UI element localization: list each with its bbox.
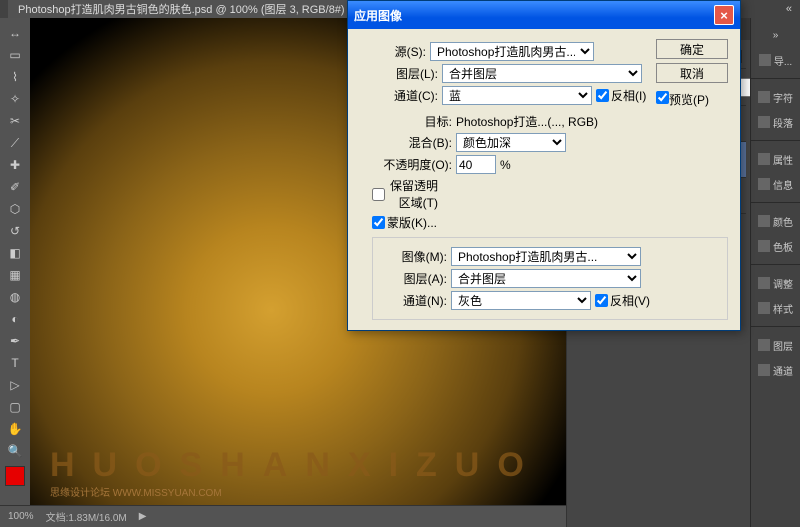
layer-select[interactable]: 合并图层	[442, 64, 642, 83]
dock-properties[interactable]: 属性	[753, 147, 798, 171]
close-icon[interactable]: ×	[714, 5, 734, 25]
lasso-tool[interactable]: ⌇	[4, 67, 26, 87]
cancel-button[interactable]: 取消	[656, 63, 728, 83]
eyedropper-tool[interactable]: ⟋	[4, 133, 26, 153]
dock-styles[interactable]: 样式	[753, 296, 798, 320]
channel-select[interactable]: 蓝	[442, 86, 592, 105]
channel-label: 通道(C):	[372, 87, 438, 104]
collapse-icon[interactable]: »	[753, 23, 798, 47]
move-tool[interactable]: ↔	[4, 23, 26, 43]
mask-layer-label: 图层(A):	[381, 270, 447, 287]
blur-tool[interactable]: ◍	[4, 287, 26, 307]
preview-checkbox[interactable]: 预览(P)	[656, 91, 728, 108]
hand-tool[interactable]: ✋	[4, 419, 26, 439]
mask-invert-checkbox[interactable]: 反相(V)	[595, 292, 661, 309]
marquee-tool[interactable]: ▭	[4, 45, 26, 65]
gradient-tool[interactable]: ▦	[4, 265, 26, 285]
dock-adjustments[interactable]: 调整	[753, 271, 798, 295]
zoom-value[interactable]: 100%	[8, 511, 34, 522]
mask-channel-label: 通道(N):	[381, 292, 447, 309]
opacity-unit: %	[500, 158, 511, 172]
document-tab[interactable]: Photoshop打造肌肉男古铜色的肤色.psd @ 100% (图层 3, R…	[8, 0, 367, 18]
zoom-tool[interactable]: 🔍	[4, 441, 26, 461]
toolbox: ↔ ▭ ⌇ ✧ ✂ ⟋ ✚ ✐ ⬡ ↺ ◧ ▦ ◍ ◐ ✒ T ▷ ▢ ✋ 🔍	[0, 18, 30, 505]
mask-channel-select[interactable]: 灰色	[451, 291, 591, 310]
foreground-color-swatch[interactable]	[5, 466, 25, 486]
dodge-tool[interactable]: ◐	[4, 309, 26, 329]
chevron-right-icon[interactable]: ▶	[139, 511, 147, 522]
watermark-text: HUOSHANXIZUO	[50, 446, 542, 485]
expand-icon[interactable]: «	[786, 3, 792, 15]
dialog-titlebar[interactable]: 应用图像 ×	[348, 1, 740, 29]
tab-label: Photoshop打造肌肉男古铜色的肤色.psd @ 100% (图层 3, R…	[18, 1, 345, 17]
invert-checkbox[interactable]: 反相(I)	[596, 87, 662, 104]
dock-swatches[interactable]: 色板	[753, 234, 798, 258]
doc-size: 文档:1.83M/16.0M	[46, 509, 127, 524]
dock-navigator[interactable]: 导...	[753, 48, 798, 72]
dialog-title: 应用图像	[354, 7, 402, 24]
mask-image-select[interactable]: Photoshop打造肌肉男古...	[451, 247, 641, 266]
dock-color[interactable]: 颜色	[753, 209, 798, 233]
crop-tool[interactable]: ✂	[4, 111, 26, 131]
source-label: 源(S):	[360, 43, 426, 60]
dock-info[interactable]: 信息	[753, 172, 798, 196]
shape-tool[interactable]: ▢	[4, 397, 26, 417]
dock-channels[interactable]: 通道	[753, 358, 798, 382]
panel-dock: » 导... 字符 段落 属性 信息 颜色 色板 调整 样式 图层 通道	[750, 18, 800, 527]
preserve-transparency-checkbox[interactable]: 保留透明区域(T)	[372, 177, 438, 211]
opacity-label: 不透明度(O):	[360, 156, 452, 173]
blend-label: 混合(B):	[360, 134, 452, 151]
apply-image-dialog: 应用图像 × 确定 取消 预览(P) 源(S): Photoshop打造肌肉男古…	[347, 0, 741, 331]
pen-tool[interactable]: ✒	[4, 331, 26, 351]
path-tool[interactable]: ▷	[4, 375, 26, 395]
dock-layers[interactable]: 图层	[753, 333, 798, 357]
blend-select[interactable]: 颜色加深	[456, 133, 566, 152]
ok-button[interactable]: 确定	[656, 39, 728, 59]
wand-tool[interactable]: ✧	[4, 89, 26, 109]
watermark-url: 思缘设计论坛 WWW.MISSYUAN.COM	[50, 484, 222, 499]
target-value: Photoshop打造...(..., RGB)	[456, 113, 598, 130]
target-label: 目标:	[360, 113, 452, 130]
status-bar: 100% 文档:1.83M/16.0M ▶	[0, 505, 566, 527]
layer-label: 图层(L):	[372, 65, 438, 82]
opacity-input[interactable]	[456, 155, 496, 174]
dock-paragraph[interactable]: 段落	[753, 110, 798, 134]
mask-checkbox[interactable]: 蒙版(K)...	[372, 214, 438, 231]
mask-image-label: 图像(M):	[381, 248, 447, 265]
type-tool[interactable]: T	[4, 353, 26, 373]
eraser-tool[interactable]: ◧	[4, 243, 26, 263]
stamp-tool[interactable]: ⬡	[4, 199, 26, 219]
mask-layer-select[interactable]: 合并图层	[451, 269, 641, 288]
dock-character[interactable]: 字符	[753, 85, 798, 109]
heal-tool[interactable]: ✚	[4, 155, 26, 175]
source-select[interactable]: Photoshop打造肌肉男古...	[430, 42, 594, 61]
history-brush-tool[interactable]: ↺	[4, 221, 26, 241]
mask-fieldset: 图像(M): Photoshop打造肌肉男古... 图层(A): 合并图层 通道…	[372, 237, 728, 320]
brush-tool[interactable]: ✐	[4, 177, 26, 197]
